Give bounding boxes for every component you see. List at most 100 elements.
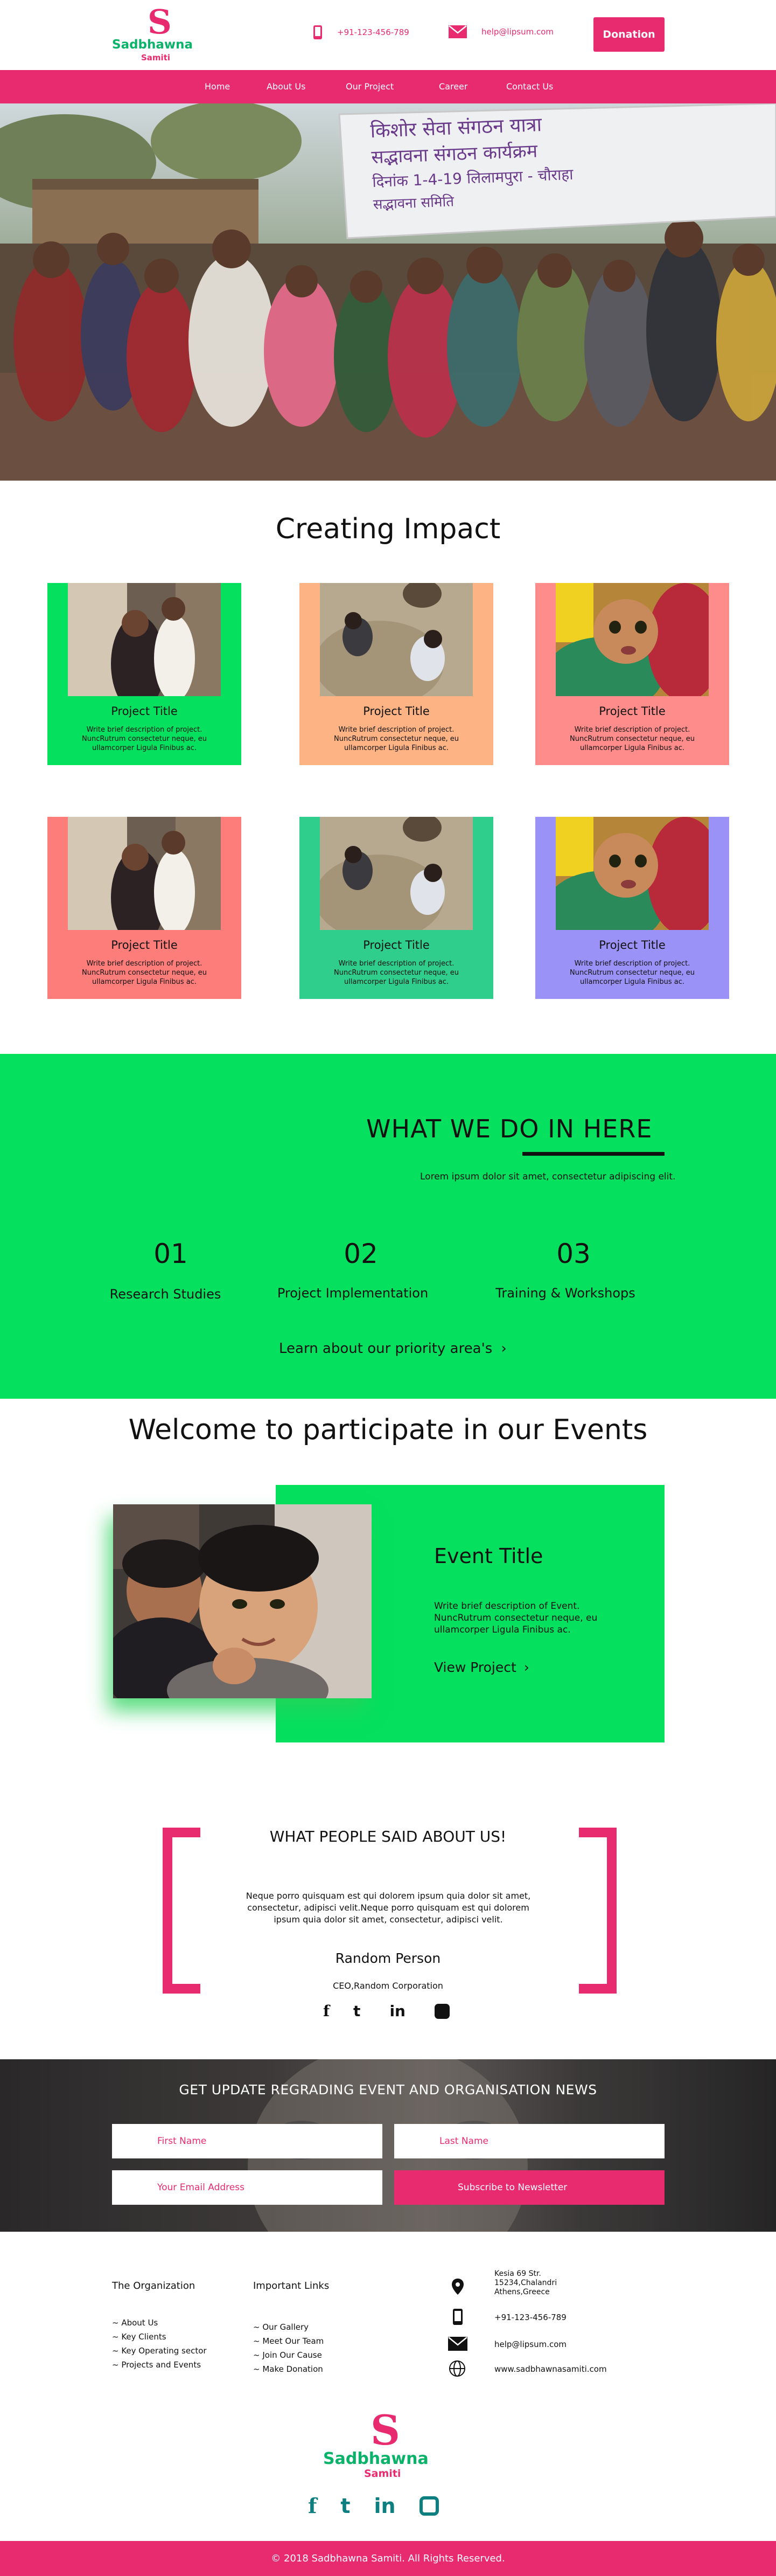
logo-subtitle: Samiti xyxy=(364,2468,401,2480)
chevron-right-icon: › xyxy=(523,1660,529,1675)
events-heading: Welcome to participate in our Events xyxy=(128,1414,648,1446)
what-we-do-section: WHAT WE DO IN HERE Lorem ipsum dolor sit… xyxy=(0,1054,776,1399)
logo-mark: S xyxy=(370,2406,400,2454)
footer-link-projects-events[interactable]: ~ Projects and Events xyxy=(112,2358,207,2372)
header-email-text: help@lipsum.com xyxy=(481,27,554,37)
project-description: Write brief description of project. Nunc… xyxy=(334,960,459,986)
footer-logo[interactable]: S Sadbhawna Samiti xyxy=(323,2406,452,2480)
hero-banner-text: किशोर सेवा संगठन यात्रा सद्भावना संगठन क… xyxy=(370,103,772,216)
project-image xyxy=(320,583,473,696)
chevron-right-icon: › xyxy=(501,1341,507,1357)
subscribe-button[interactable]: Subscribe to Newsletter xyxy=(394,2170,665,2205)
project-title: Project Title xyxy=(599,939,666,952)
facebook-icon[interactable]: f xyxy=(323,2002,330,2020)
linkedin-icon[interactable]: in xyxy=(389,2002,406,2020)
nav-home[interactable]: Home xyxy=(205,81,230,92)
org-heading: The Organization xyxy=(112,2280,195,2292)
first-name-input[interactable]: First Name xyxy=(112,2124,382,2158)
left-bracket xyxy=(163,1828,200,1994)
header-phone[interactable]: +91-123-456-789 xyxy=(312,25,409,40)
project-card[interactable]: Project Title Write brief description of … xyxy=(47,817,241,999)
mail-icon xyxy=(449,25,467,38)
project-image xyxy=(556,817,709,930)
project-title: Project Title xyxy=(363,939,430,952)
hero-image: किशोर सेवा संगठन यात्रा सद्भावना संगठन क… xyxy=(0,103,776,481)
project-title: Project Title xyxy=(111,705,178,718)
project-card[interactable]: Project Title Write brief description of … xyxy=(47,583,241,765)
mail-icon xyxy=(448,2337,467,2351)
project-title: Project Title xyxy=(111,939,178,952)
event-title: Event Title xyxy=(434,1544,543,1568)
footer-website[interactable]: www.sadbhawnasamiti.com xyxy=(494,2364,607,2374)
project-description: Write brief description of project. Nunc… xyxy=(82,960,207,986)
linkedin-icon[interactable]: in xyxy=(374,2494,396,2518)
event-photo xyxy=(113,1504,372,1698)
priority-link-text: Learn about our priority area's xyxy=(279,1341,493,1357)
project-description: Write brief description of project. Nunc… xyxy=(82,726,207,752)
email-input[interactable]: Your Email Address xyxy=(112,2170,382,2205)
item-label: Research Studies xyxy=(109,1287,221,1302)
instagram-icon[interactable] xyxy=(419,2496,439,2516)
project-description: Write brief description of project. Nunc… xyxy=(570,960,695,986)
facebook-icon[interactable]: f xyxy=(308,2494,317,2518)
location-icon xyxy=(452,2279,464,2295)
testimonial-name: Random Person xyxy=(335,1950,441,1966)
project-image xyxy=(320,817,473,930)
project-card[interactable]: Project Title Write brief description of … xyxy=(535,817,729,999)
nav-about-us[interactable]: About Us xyxy=(267,81,305,92)
newsletter-section: GET UPDATE REGRADING EVENT AND ORGANISAT… xyxy=(0,2059,776,2232)
twitter-icon[interactable]: t xyxy=(340,2494,350,2518)
footer-link-donation[interactable]: ~ Make Donation xyxy=(253,2362,324,2376)
header-email[interactable]: help@lipsum.com xyxy=(448,25,554,39)
testimonial-social: f t in xyxy=(323,2002,450,2020)
nav-career[interactable]: Career xyxy=(439,81,467,92)
logo-name: Sadbhawna xyxy=(112,38,193,52)
footer-link-key-clients[interactable]: ~ Key Clients xyxy=(112,2330,207,2344)
what-we-do-subtitle: Lorem ipsum dolor sit amet, consectetur … xyxy=(420,1171,676,1182)
donation-button[interactable]: Donation xyxy=(593,17,665,52)
project-title: Project Title xyxy=(599,705,666,718)
footer-link-operating-sector[interactable]: ~ Key Operating sector xyxy=(112,2344,207,2358)
globe-icon xyxy=(449,2360,465,2377)
event-image xyxy=(113,1504,372,1698)
last-name-input[interactable]: Last Name xyxy=(394,2124,665,2158)
nav-contact-us[interactable]: Contact Us xyxy=(506,81,553,92)
logo-name: Sadbhawna xyxy=(323,2449,429,2468)
footer-link-about-us[interactable]: ~ About Us xyxy=(112,2316,207,2330)
right-bracket xyxy=(579,1828,617,1994)
site-logo[interactable]: S Sadbhawna Samiti xyxy=(109,2,211,65)
twitter-icon[interactable]: t xyxy=(353,2002,360,2020)
project-card[interactable]: Project Title Write brief description of … xyxy=(535,583,729,765)
nav-our-project[interactable]: Our Project xyxy=(346,81,394,92)
item-label: Project Implementation xyxy=(277,1286,429,1301)
footer-link-join[interactable]: ~ Join Our Cause xyxy=(253,2348,324,2362)
important-links: ~ Our Gallery ~ Meet Our Team ~ Join Our… xyxy=(253,2320,324,2376)
org-links: ~ About Us ~ Key Clients ~ Key Operating… xyxy=(112,2316,207,2372)
project-title: Project Title xyxy=(363,705,430,718)
footer-link-gallery[interactable]: ~ Our Gallery xyxy=(253,2320,324,2334)
important-links-heading: Important Links xyxy=(253,2280,330,2292)
footer-phone[interactable]: +91-123-456-789 xyxy=(494,2313,567,2322)
impact-heading: Creating Impact xyxy=(275,513,501,545)
event-description: Write brief description of Event. NuncRu… xyxy=(434,1601,598,1635)
instagram-icon[interactable] xyxy=(434,2003,450,2019)
project-image xyxy=(68,817,221,930)
footer-email[interactable]: help@lipsum.com xyxy=(494,2339,567,2349)
project-card[interactable]: Project Title Write brief description of … xyxy=(299,817,493,999)
logo-mark: S xyxy=(148,2,172,41)
copyright-text: © 2018 Sadbhawna Samiti. All Rights Rese… xyxy=(271,2553,505,2564)
title-underline xyxy=(522,1152,665,1156)
site-header: S Sadbhawna Samiti +91-123-456-789 help@… xyxy=(0,0,776,70)
footer-social: f t in xyxy=(308,2494,439,2518)
item-number: 01 xyxy=(153,1238,188,1269)
testimonial-role: CEO,Random Corporation xyxy=(333,1981,443,1991)
footer-link-team[interactable]: ~ Meet Our Team xyxy=(253,2334,324,2348)
newsletter-title: GET UPDATE REGRADING EVENT AND ORGANISAT… xyxy=(179,2082,597,2098)
item-number: 02 xyxy=(344,1238,378,1269)
priority-areas-link[interactable]: Learn about our priority area's › xyxy=(279,1341,507,1357)
footer-address: Kesia 69 Str. 15234,Chalandri Athens,Gre… xyxy=(494,2269,557,2296)
project-card[interactable]: Project Title Write brief description of … xyxy=(299,583,493,765)
view-project-link[interactable]: View Project › xyxy=(434,1660,529,1675)
view-project-text: View Project xyxy=(434,1660,516,1675)
copyright-bar: © 2018 Sadbhawna Samiti. All Rights Rese… xyxy=(0,2541,776,2576)
